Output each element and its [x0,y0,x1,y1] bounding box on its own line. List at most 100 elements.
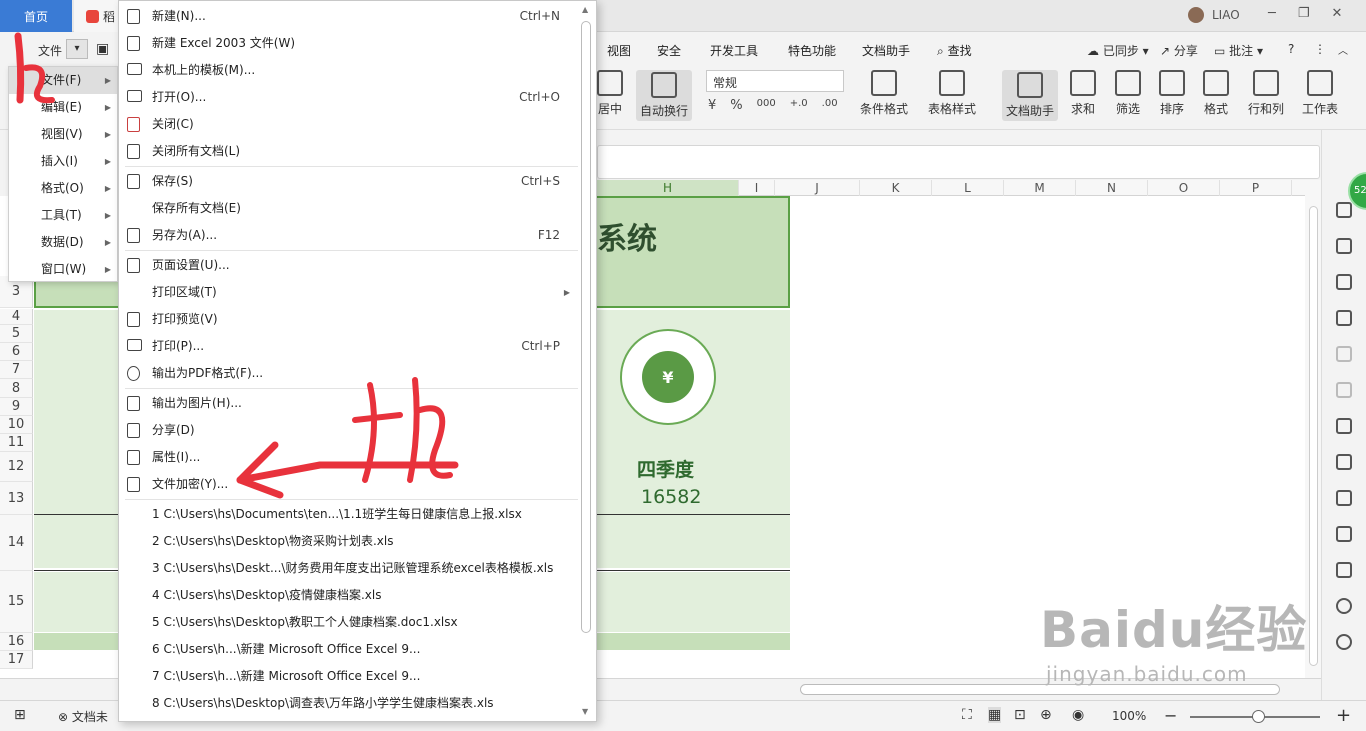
shield-check-icon[interactable] [1336,562,1352,578]
style-icon[interactable] [1336,238,1352,254]
zoom-slider-knob[interactable] [1252,710,1265,723]
vertical-scrollbar[interactable] [1305,180,1321,678]
row-header-16[interactable]: 16 [0,633,33,651]
history-icon[interactable] [1336,598,1352,614]
sheet-tab[interactable]: ⊗ 文档未 [58,708,108,725]
tab-doc-helper[interactable]: 文档助手 [862,42,910,59]
row-header-4[interactable]: 4 [0,309,33,325]
recent-file-item[interactable]: 1 C:\Users\hs\Documents\ten...\1.1班学生每日健… [119,501,596,528]
recent-file-item[interactable]: 5 C:\Users\hs\Desktop\教职工个人健康档案.doc1.xls… [119,609,596,636]
doc-helper-button[interactable]: 文档助手 [1002,70,1059,121]
row-header-6[interactable]: 6 [0,343,33,361]
sync-status[interactable]: ☁ 已同步 ▾ [1087,42,1149,59]
column-p[interactable]: P [1220,180,1292,196]
export-icon[interactable] [1336,454,1352,470]
share-button[interactable]: ↗ 分享 [1160,42,1198,59]
recent-file-item[interactable]: 2 C:\Users\hs\Desktop\物资采购计划表.xls [119,528,596,555]
recent-file-item[interactable]: 7 C:\Users\h...\新建 Microsoft Office Exce… [119,663,596,690]
minimize-button[interactable]: ─ [1268,6,1276,21]
menu-format[interactable]: 格式(O) ▶ [9,175,117,202]
tab-security[interactable]: 安全 [657,42,681,59]
row-header-14[interactable]: 14 [0,515,33,571]
quick-file-button[interactable]: 文件 ▾ ▣ [8,38,118,62]
reading-mode-icon[interactable]: ⊕ [1040,707,1052,723]
vertical-scroll-thumb[interactable] [1309,206,1318,666]
tab-features[interactable]: 特色功能 [788,42,836,59]
menu-item-save-as[interactable]: 另存为(A)... F12 [119,222,596,249]
zoom-level[interactable]: 100% [1112,709,1146,723]
recent-file-item[interactable]: 8 C:\Users\hs\Desktop\调查表\万年路小学学生健康档案表.x… [119,690,596,717]
column-o[interactable]: O [1148,180,1220,196]
menu-item-close-all[interactable]: 关闭所有文档(L) [119,138,596,165]
menu-item-properties[interactable]: 属性(I)... [119,444,596,471]
menu-item-export-pdf[interactable]: 输出为PDF格式(F)... [119,360,596,387]
grid-icon[interactable] [1336,274,1352,290]
number-format-select[interactable]: 常规 [706,70,844,92]
row-header-17[interactable]: 17 [0,651,33,669]
recent-file-item[interactable]: 3 C:\Users\hs\Deskt...\财务费用年度支出记账管理系统exc… [119,555,596,582]
row-header-8[interactable]: 8 [0,379,33,398]
menu-edit[interactable]: 编辑(E) ▶ [9,94,117,121]
menu-item-close[interactable]: 关闭(C) [119,111,596,138]
chevron-down-icon[interactable]: ▾ [66,39,88,59]
table-style-button[interactable]: 表格样式 [928,70,976,117]
worksheet-button[interactable]: 工作表 [1302,70,1338,117]
archive-icon[interactable] [1336,490,1352,506]
comment-button[interactable]: ▭ 批注 ▾ [1214,42,1263,59]
menu-item-share[interactable]: 分享(D) [119,417,596,444]
row-header-7[interactable]: 7 [0,361,33,379]
conditional-format-button[interactable]: 条件格式 [860,70,908,117]
sort-button[interactable]: 排序 [1159,70,1185,117]
eye-protection-icon[interactable]: ◉ [1072,707,1084,723]
filter-button[interactable]: 筛选 [1115,70,1141,117]
recent-file-item[interactable]: 6 C:\Users\h...\新建 Microsoft Office Exce… [119,636,596,663]
column-k[interactable]: K [860,180,932,196]
restore-button[interactable]: ❐ [1298,6,1310,21]
scroll-up-icon[interactable]: ▲ [582,5,588,14]
flow-icon[interactable] [1336,382,1352,398]
row-header-13[interactable]: 13 [0,482,33,515]
column-j[interactable]: J [775,180,860,196]
search-box[interactable]: ⌕ 查找 [937,42,972,59]
tab-home[interactable]: 首页 [0,0,72,32]
picture-icon[interactable] [1336,526,1352,542]
menu-item-print[interactable]: 打印(P)... Ctrl+P [119,333,596,360]
zoom-out-button[interactable]: − [1164,706,1177,725]
formula-bar[interactable] [597,145,1320,179]
row-header-11[interactable]: 11 [0,434,33,452]
page-break-view-icon[interactable]: ⊡ [1014,707,1026,723]
settings-icon[interactable] [1336,346,1352,362]
rows-cols-button[interactable]: 行和列 [1248,70,1284,117]
decrease-decimal-button[interactable]: .00 [822,98,838,113]
currency-button[interactable]: ¥ [708,98,716,113]
menu-item-new-2003[interactable]: 新建 Excel 2003 文件(W) [119,30,596,57]
menu-tools[interactable]: 工具(T) ▶ [9,202,117,229]
menu-item-save-all[interactable]: 保存所有文档(E) [119,195,596,222]
row-header-9[interactable]: 9 [0,398,33,416]
column-n[interactable]: N [1076,180,1148,196]
help-icon[interactable] [1336,634,1352,650]
menu-item-print-area[interactable]: 打印区域(T) ▶ [119,279,596,306]
menu-insert[interactable]: 插入(I) ▶ [9,148,117,175]
shapes-icon[interactable] [1336,202,1352,218]
menu-item-print-preview[interactable]: 打印预览(V) [119,306,596,333]
chart-icon[interactable] [1336,310,1352,326]
user-account[interactable]: LIAO [1188,7,1240,23]
increase-decimal-button[interactable]: +.0 [790,98,808,113]
sum-button[interactable]: 求和 [1070,70,1096,117]
menu-item-templates[interactable]: 本机上的模板(M)... [119,57,596,84]
row-header-10[interactable]: 10 [0,416,33,434]
fullscreen-icon[interactable]: ⛶ [962,707,972,723]
menu-data[interactable]: 数据(D) ▶ [9,229,117,256]
column-l[interactable]: L [932,180,1004,196]
thousands-button[interactable]: 000 [757,98,776,113]
menu-item-save[interactable]: 保存(S) Ctrl+S [119,168,596,195]
menu-scroll-thumb[interactable] [581,21,591,633]
menu-item-encrypt[interactable]: 文件加密(Y)... [119,471,596,498]
row-header-15[interactable]: 15 [0,571,33,633]
more-button[interactable]: ⋮ [1314,42,1326,56]
merge-center-button[interactable]: 居中 [597,70,623,117]
menu-file[interactable]: 文件(F) ▶ [9,67,117,94]
recent-file-item[interactable]: 4 C:\Users\hs\Desktop\疫情健康档案.xls [119,582,596,609]
normal-view-icon[interactable]: ▦ [988,707,1002,723]
